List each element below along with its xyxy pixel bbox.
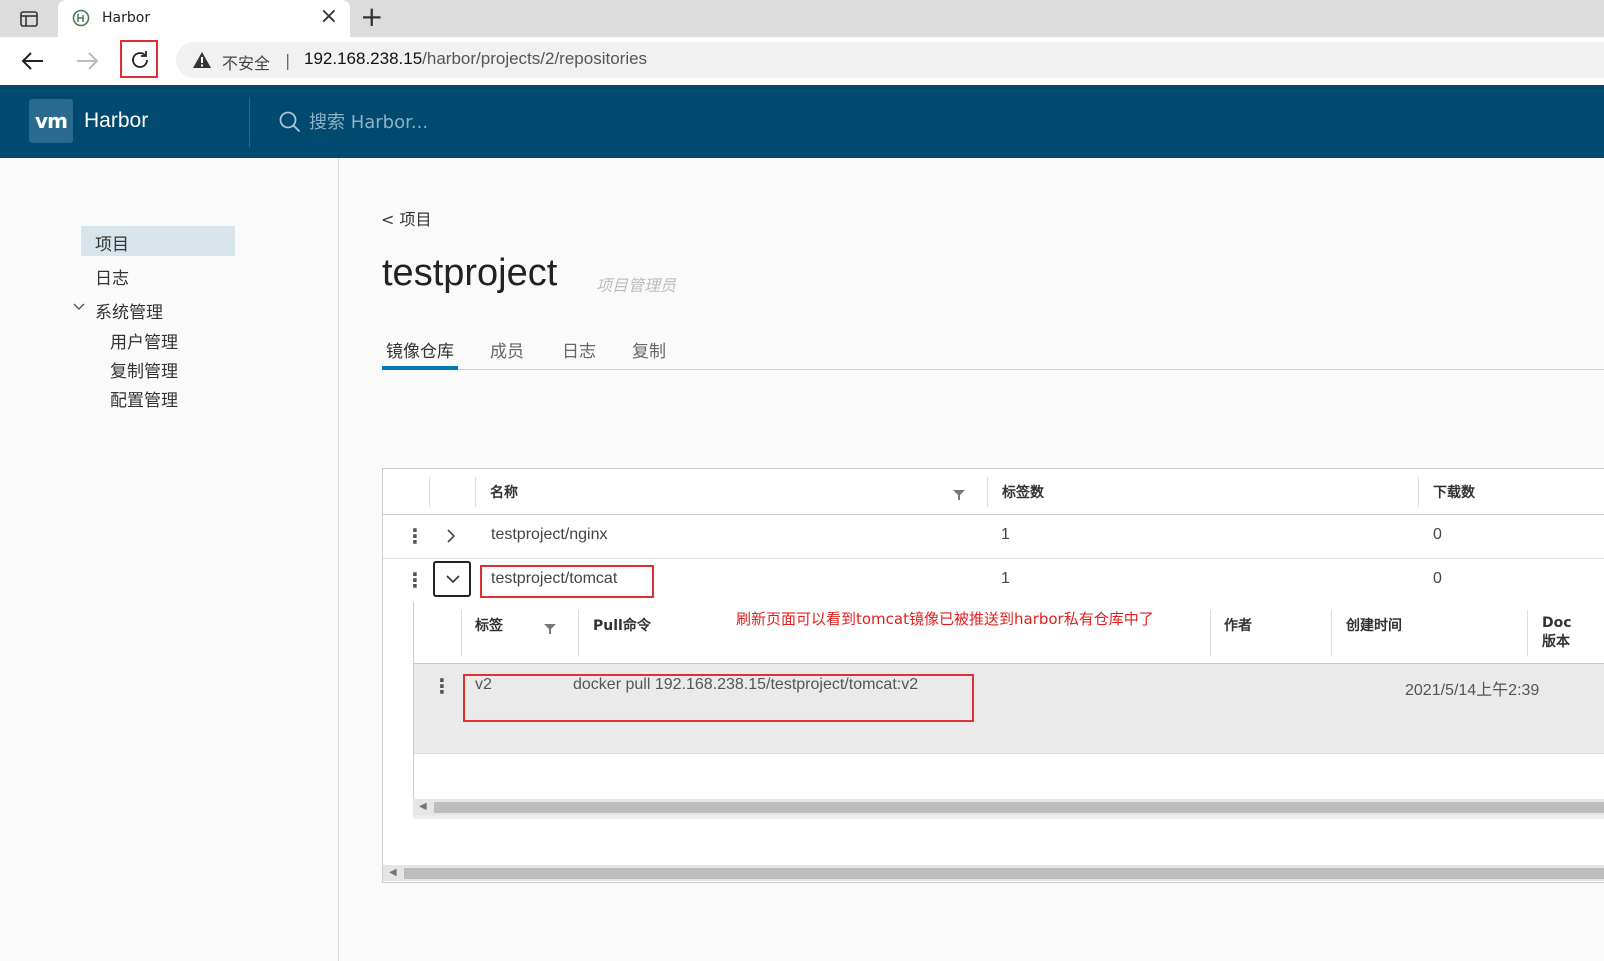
sidebar-item-replication[interactable]: 复制管理 [110, 357, 178, 382]
role-label: 项目管理员 [596, 276, 677, 295]
column-divider [461, 610, 462, 656]
scroll-left-icon[interactable]: ◀ [419, 799, 427, 815]
column-divider [429, 477, 430, 507]
column-header-pull[interactable]: Pull命令 [593, 615, 651, 635]
chevron-down-icon [446, 575, 460, 584]
reload-button[interactable] [120, 40, 158, 78]
repo-tag-count: 1 [1001, 526, 1010, 543]
url-host: 192.168.238.15 [304, 49, 423, 68]
harbor-favicon-icon [72, 9, 90, 31]
tab-actions-icon[interactable] [20, 10, 38, 32]
column-divider [1418, 477, 1419, 507]
tab-logs[interactable]: 日志 [562, 337, 596, 362]
tab-replication[interactable]: 复制 [632, 337, 666, 362]
column-header-name[interactable]: 名称 [490, 482, 518, 502]
tag-detail-panel: 标签 Pull命令 刷新页面可以看到tomcat镜像已被推送到harbor私有仓… [413, 602, 1604, 819]
scroll-thumb[interactable] [404, 868, 1604, 879]
chevron-down-icon[interactable] [73, 300, 85, 316]
column-header-created[interactable]: 创建时间 [1346, 615, 1402, 635]
url-text[interactable]: 192.168.238.15/harbor/projects/2/reposit… [304, 49, 647, 69]
sidebar-item-users[interactable]: 用户管理 [110, 328, 178, 353]
page-title: testproject [382, 252, 558, 294]
insecure-label[interactable]: 不安全 [222, 50, 270, 74]
column-divider [1210, 610, 1211, 656]
column-header-pulls[interactable]: 下载数 [1433, 482, 1475, 502]
reload-icon [132, 51, 148, 68]
column-header-tags[interactable]: 标签数 [1002, 482, 1044, 502]
scroll-thumb[interactable] [434, 802, 1604, 813]
highlight-box [463, 674, 974, 722]
highlight-box [480, 565, 654, 598]
column-divider [475, 477, 476, 507]
kebab-icon[interactable]: ⋮ [405, 526, 425, 546]
new-tab-button[interactable]: + [360, 1, 383, 33]
vmware-logo[interactable]: vm [29, 99, 73, 143]
header-divider-line [383, 514, 1604, 515]
column-header-author[interactable]: 作者 [1224, 615, 1252, 635]
app-title[interactable]: Harbor [84, 109, 148, 133]
header-divider [249, 97, 250, 147]
repo-pull-count: 0 [1433, 526, 1442, 543]
address-bar[interactable]: 不安全 | 192.168.238.15/harbor/projects/2/r… [176, 42, 1604, 78]
sidebar: 项目 日志 系统管理 用户管理 复制管理 配置管理 [0, 158, 339, 961]
search-icon [279, 111, 301, 137]
chevron-right-icon[interactable] [445, 528, 457, 548]
repo-tag-count: 1 [1001, 570, 1010, 587]
sidebar-item-admin[interactable]: 系统管理 [95, 298, 163, 323]
filter-icon[interactable] [953, 485, 965, 504]
kebab-icon[interactable]: ⋮ [405, 570, 425, 590]
url-path: /harbor/projects/2/repositories [422, 49, 648, 68]
row-expand-button[interactable] [433, 561, 471, 597]
annotation-text: 刷新页面可以看到tomcat镜像已被推送到harbor私有仓库中了 [736, 610, 1154, 628]
kebab-icon[interactable]: ⋮ [432, 676, 452, 696]
column-header-tag[interactable]: 标签 [475, 615, 503, 635]
column-header-docker-b: 版本 [1542, 634, 1570, 650]
inner-horizontal-scrollbar[interactable]: ◀ [413, 799, 1604, 815]
back-to-projects-link[interactable]: < 项目 [381, 206, 432, 230]
tab-repositories[interactable]: 镜像仓库 [386, 337, 454, 362]
outer-horizontal-scrollbar[interactable]: ◀ [383, 865, 1604, 881]
tab-close-icon[interactable]: × [320, 5, 338, 29]
repository-datagrid: 名称 标签数 下载数 ⋮ testproject/nginx 1 0 ⋮ tes… [382, 468, 1604, 883]
column-divider [1331, 610, 1332, 656]
column-divider [987, 477, 988, 507]
browser-toolbar: 不安全 | 192.168.238.15/harbor/projects/2/r… [0, 37, 1604, 86]
created-time: 2021/5/14上午2:39 [1405, 682, 1540, 699]
column-divider [1527, 610, 1528, 656]
back-arrow-icon[interactable] [20, 49, 46, 77]
forward-arrow-icon[interactable] [74, 49, 100, 77]
column-header-docker-a[interactable]: Doc [1542, 615, 1572, 631]
address-separator: | [285, 51, 291, 70]
sidebar-item-config[interactable]: 配置管理 [110, 386, 178, 411]
warning-icon [192, 51, 212, 73]
search-input[interactable] [307, 107, 611, 137]
filter-icon[interactable] [544, 619, 556, 638]
tab-title: Harbor [102, 10, 151, 26]
browser-tab[interactable]: Harbor × [58, 0, 350, 37]
tag-datagrid: 标签 Pull命令 刷新页面可以看到tomcat镜像已被推送到harbor私有仓… [413, 602, 1604, 799]
repo-name[interactable]: testproject/nginx [491, 526, 608, 544]
tabs-divider [382, 369, 1604, 370]
repo-pull-count: 0 [1433, 570, 1442, 587]
scroll-left-icon[interactable]: ◀ [389, 865, 397, 881]
column-divider [578, 610, 579, 656]
browser-tab-strip: Harbor × + [0, 0, 1604, 37]
sidebar-item-label: 项目 [95, 235, 129, 255]
app-header: vm Harbor [0, 85, 1604, 158]
active-tab-indicator [382, 366, 458, 370]
row-divider [383, 558, 1604, 559]
row-divider [414, 753, 1604, 754]
sidebar-item-logs[interactable]: 日志 [95, 264, 129, 289]
sidebar-item-projects[interactable]: 项目 [81, 226, 235, 256]
tab-members[interactable]: 成员 [490, 337, 524, 362]
